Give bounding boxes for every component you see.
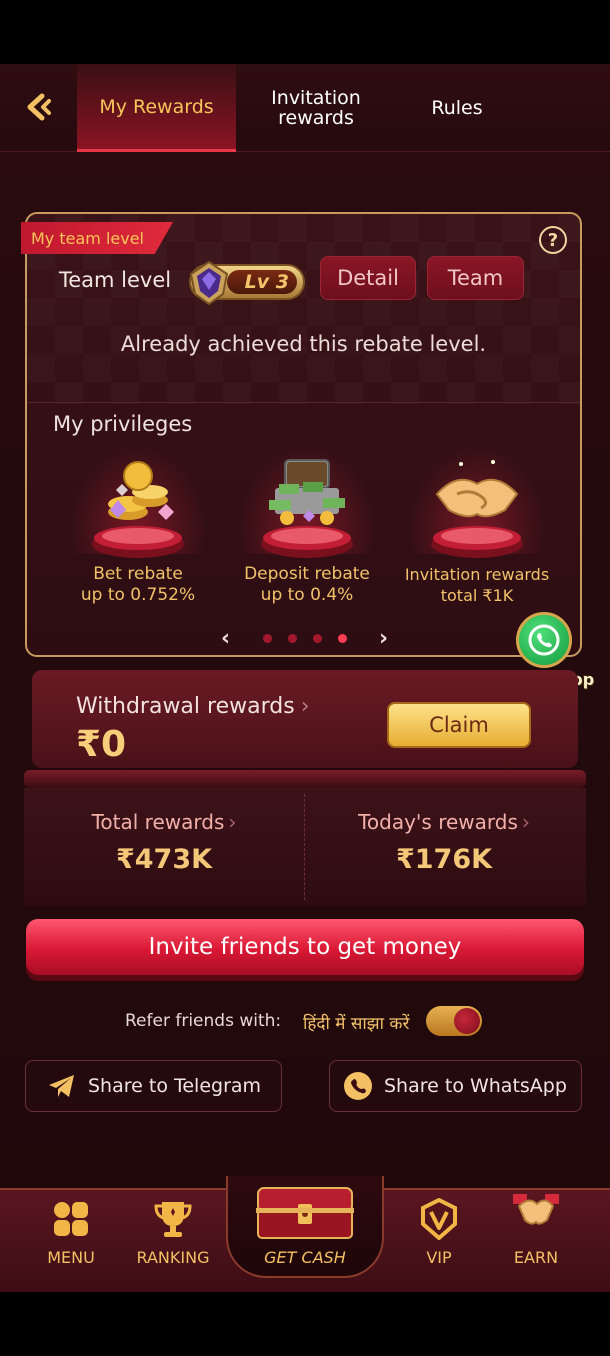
back-arrow-icon [27, 93, 51, 121]
whatsapp-icon [344, 1072, 372, 1100]
total-rewards[interactable]: Total rewards › ₹473K [24, 810, 304, 875]
refer-row: Refer friends with: हिंदी में साझा करें [0, 1006, 610, 1038]
privilege-name: Bet rebate [93, 564, 183, 584]
pager-dot[interactable] [313, 634, 322, 643]
todays-rewards-label-text: Today's rewards [358, 810, 518, 834]
privilege-value: total ₹1K [440, 586, 514, 605]
tab-rules[interactable]: Rules [396, 64, 518, 152]
chevron-right-icon: › [521, 810, 530, 834]
back-button[interactable] [22, 90, 56, 124]
share-whatsapp-button[interactable]: Share to WhatsApp [329, 1060, 582, 1112]
todays-rewards-label: Today's rewards › [304, 810, 584, 834]
privileges-title: My privileges [53, 412, 193, 436]
share-telegram-button[interactable]: Share to Telegram [25, 1060, 282, 1112]
help-icon[interactable]: ? [539, 226, 567, 254]
telegram-icon [49, 1075, 74, 1097]
bottom-navbar: MENU RANKING GET CASH VIP EARN [0, 1176, 610, 1292]
team-button[interactable]: Team [427, 256, 524, 300]
nav-menu[interactable]: MENU [26, 1198, 116, 1278]
refer-label: Refer friends with: [125, 1011, 282, 1031]
nav-ranking-label: RANKING [136, 1248, 210, 1267]
tab-label: Rules [431, 97, 483, 119]
total-rewards-label-text: Total rewards [91, 810, 225, 834]
withdrawal-title-text: Withdrawal rewards [76, 694, 295, 719]
phone-icon [528, 624, 560, 656]
vip-shield-icon [421, 1198, 457, 1240]
system-bar [0, 1292, 610, 1356]
nav-ranking[interactable]: RANKING [128, 1198, 218, 1278]
tab-invitation-rewards[interactable]: Invitation rewards [246, 64, 386, 152]
nav-vip[interactable]: VIP [394, 1198, 484, 1278]
nav-get-cash-label: GET CASH [264, 1248, 346, 1267]
privilege-value: up to 0.4% [260, 585, 354, 605]
nav-get-cash[interactable]: GET CASH [248, 1184, 362, 1274]
privilege-name: Invitation rewards [404, 565, 550, 584]
withdrawal-title[interactable]: Withdrawal rewards › [76, 694, 310, 719]
treasure-chest-icon [256, 1187, 354, 1239]
privilege-deposit-rebate: Deposit rebate up to 0.4% [227, 444, 387, 614]
todays-rewards[interactable]: Today's rewards › ₹176K [304, 810, 584, 875]
team-level-card: My team level ? Team level Lv 3 Detail T… [21, 212, 582, 657]
ribbon-band [24, 770, 586, 788]
divider [27, 402, 580, 403]
privilege-text: Invitation rewards total ₹1K [387, 564, 567, 606]
level-badge-text: Lv 3 [244, 271, 289, 293]
header: My Rewards Invitation rewards Rules [0, 64, 610, 152]
tab-label: My Rewards [99, 95, 214, 118]
team-level-tag: My team level [21, 222, 173, 254]
withdrawal-amount: ₹0 [76, 724, 127, 765]
privilege-name: Deposit rebate [244, 564, 370, 584]
share-telegram-label: Share to Telegram [88, 1075, 262, 1097]
privilege-bet-rebate: Bet rebate up to 0.752% [58, 444, 218, 614]
total-rewards-value: ₹473K [115, 844, 213, 875]
nav-earn-label: EARN [513, 1248, 559, 1267]
chevron-right-icon: › [228, 810, 237, 834]
handshake-icon [513, 1194, 559, 1225]
detail-button[interactable]: Detail [320, 256, 416, 300]
trophy-icon [154, 1202, 192, 1237]
handshake-icon [435, 460, 519, 518]
rebate-status-text: Already achieved this rebate level. [120, 332, 487, 356]
menu-grid-icon [54, 1202, 88, 1236]
withdrawal-panel: Withdrawal rewards › ₹0 Claim [32, 670, 578, 768]
nav-earn[interactable]: EARN [491, 1194, 581, 1278]
nav-menu-label: MENU [47, 1248, 95, 1267]
share-whatsapp-label: Share to WhatsApp [384, 1075, 567, 1097]
whatsapp-icon [516, 612, 572, 668]
cash-chest-icon [269, 459, 345, 525]
privilege-text: Bet rebate up to 0.752% [48, 564, 228, 606]
pager-dot[interactable] [288, 634, 297, 643]
level-gem-icon [189, 260, 229, 306]
language-toggle[interactable] [426, 1006, 482, 1036]
tab-my-rewards[interactable]: My Rewards [77, 64, 236, 152]
chevron-right-icon: › [300, 694, 310, 719]
pager-dot-active[interactable] [338, 634, 347, 643]
claim-button[interactable]: Claim [387, 702, 531, 748]
pager-dot[interactable] [263, 634, 272, 643]
privilege-text: Deposit rebate up to 0.4% [217, 564, 397, 606]
invite-friends-button[interactable]: Invite friends to get money [26, 919, 584, 975]
pager-next-button[interactable]: › [379, 626, 388, 651]
pager-prev-button[interactable]: ‹ [221, 626, 230, 651]
toggle-knob [454, 1008, 480, 1034]
todays-rewards-value: ₹176K [395, 844, 493, 875]
nav-vip-label: VIP [426, 1248, 452, 1267]
level-badge: Lv 3 [189, 260, 305, 306]
team-level-label: Team level [59, 268, 172, 292]
totals-panel: Total rewards › ₹473K Today's rewards › ₹1… [24, 788, 586, 906]
rewards-screen: My Rewards Invitation rewards Rules My t… [0, 64, 610, 1292]
coins-gems-icon [108, 461, 174, 520]
total-rewards-label: Total rewards › [24, 810, 304, 834]
tab-label: Invitation rewards [271, 87, 361, 129]
refer-language: हिंदी में साझा करें [303, 1014, 410, 1034]
privilege-invitation-rewards: Invitation rewards total ₹1K [397, 444, 557, 614]
privilege-value: up to 0.752% [80, 585, 196, 605]
